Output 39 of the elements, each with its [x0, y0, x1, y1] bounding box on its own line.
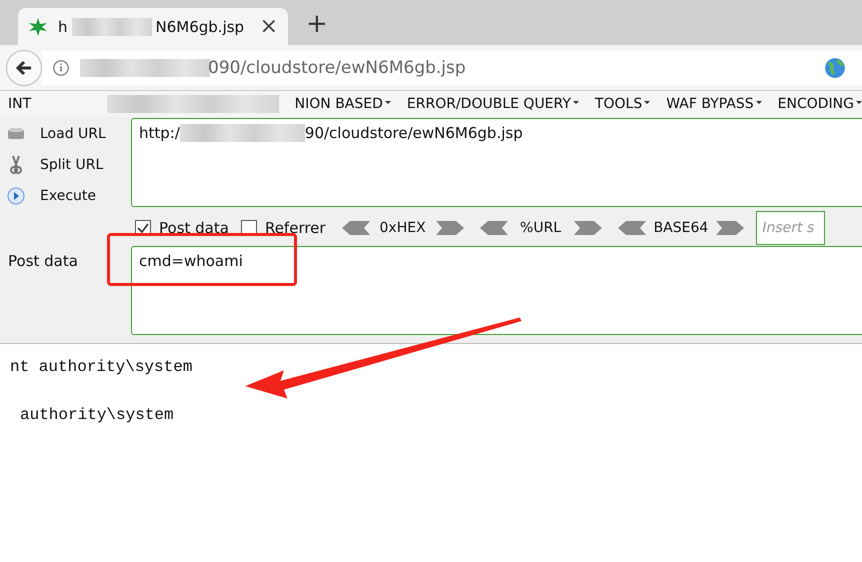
output-line: nt authority\system [9, 358, 194, 378]
menu-item[interactable]: WAF BYPASS [666, 96, 762, 112]
encoder-label: BASE64 [654, 220, 708, 236]
url-text: 090/cloudstore/ewN6M6gb.jsp [208, 58, 466, 78]
encoder-label: %URL [519, 220, 562, 236]
browser-tab[interactable]: h N6M6gb.jsp × [18, 8, 288, 45]
menu-item[interactable]: ERROR/DOUBLE QUERY [406, 96, 579, 112]
action-button[interactable]: Split URL [6, 153, 131, 176]
decode-arrow-icon[interactable] [716, 221, 744, 235]
menu-item[interactable]: ENCODING [778, 96, 862, 112]
info-icon [52, 58, 70, 76]
new-tab-button[interactable]: + [296, 9, 338, 45]
encode-arrow-icon[interactable] [480, 221, 508, 235]
play-icon [6, 186, 26, 206]
menu-item[interactable]: INT [8, 96, 32, 112]
checkbox-label: Post data [159, 219, 229, 237]
url-field[interactable]: http:/ 90/cloudstore/ewN6M6gb.jsp [131, 118, 862, 207]
encode-arrow-icon[interactable] [618, 221, 646, 235]
decode-arrow-icon[interactable] [436, 221, 464, 235]
menu-item[interactable]: TOOLS [594, 96, 650, 112]
checkbox-label: Referrer [264, 219, 326, 237]
post-data-text: cmd=whoami [139, 252, 243, 270]
action-button[interactable]: Execute [6, 184, 131, 207]
menu-item[interactable]: NION BASED [294, 96, 391, 112]
encoder-label: 0xHEX [378, 220, 427, 236]
field-label: Post data [7, 251, 79, 272]
decode-arrow-icon[interactable] [574, 221, 602, 235]
action-button[interactable]: Load URL [6, 122, 131, 145]
address-bar[interactable]: 090/cloudstore/ewN6M6gb.jsp [42, 50, 862, 84]
encode-arrow-icon[interactable] [342, 221, 370, 235]
tab-title: h [58, 18, 68, 36]
close-tab-button[interactable]: × [260, 14, 278, 39]
tab-title: N6M6gb.jsp [156, 18, 244, 36]
url-text: http:/ [139, 124, 180, 142]
output-line: authority\system [19, 406, 175, 426]
post-data-field[interactable]: cmd=whoami [131, 246, 862, 335]
globe-icon [824, 56, 846, 78]
url-text: 90/cloudstore/ewN6M6gb.jsp [304, 124, 523, 142]
back-button[interactable] [6, 50, 42, 86]
